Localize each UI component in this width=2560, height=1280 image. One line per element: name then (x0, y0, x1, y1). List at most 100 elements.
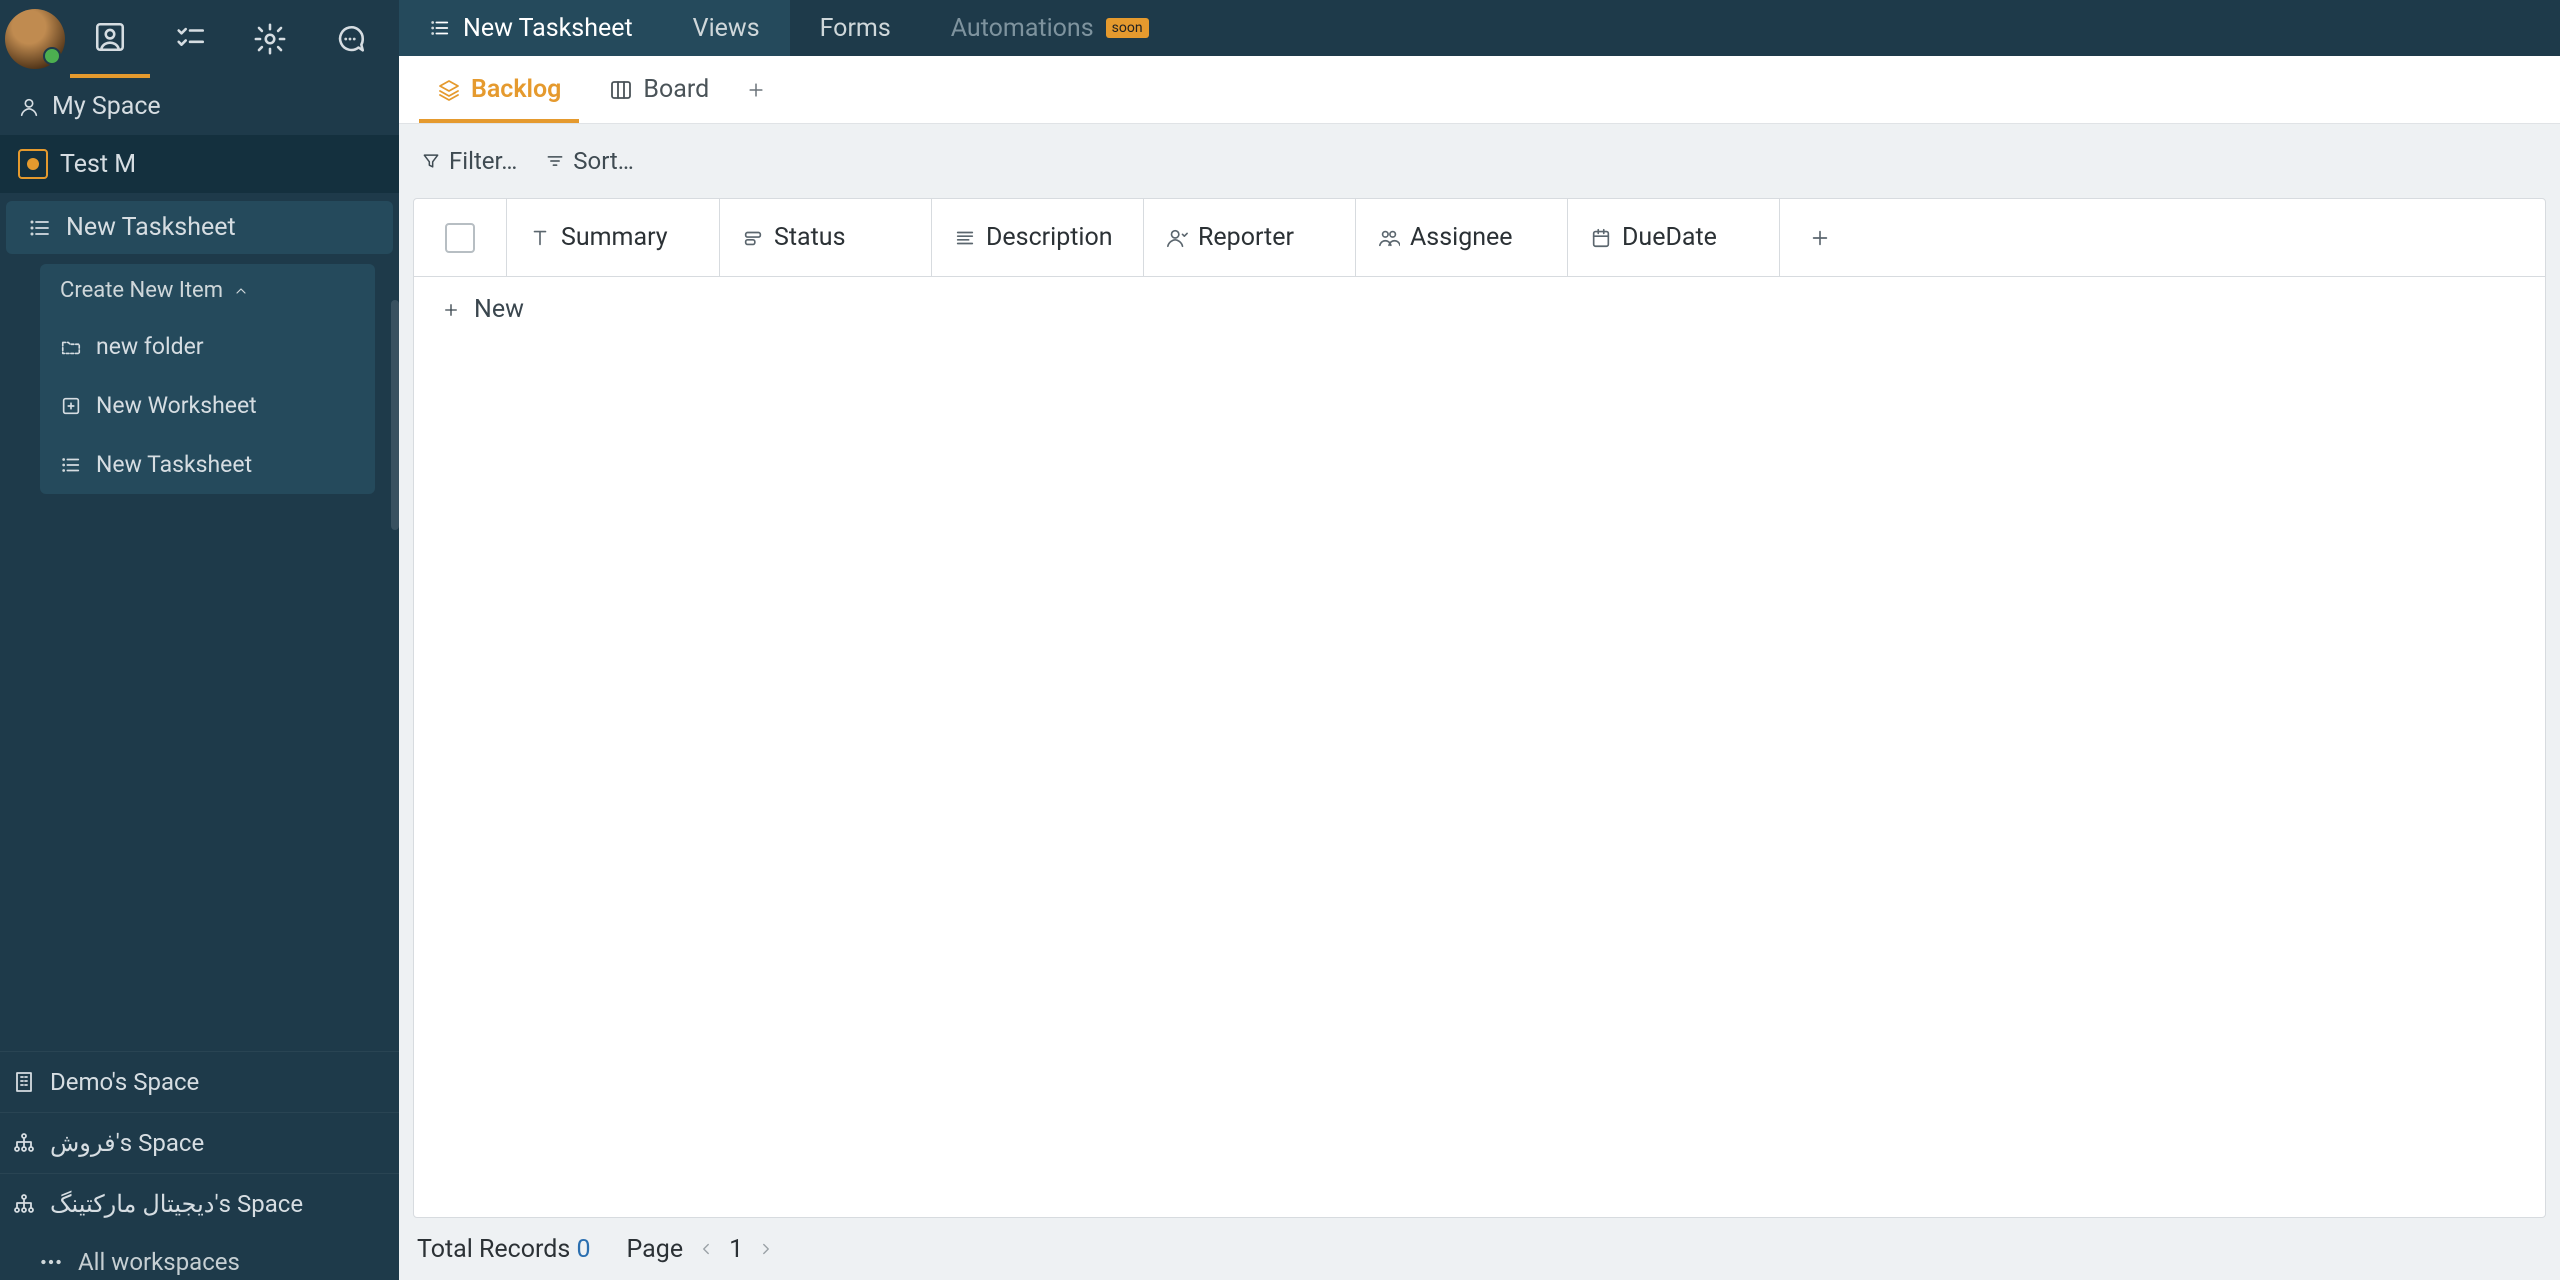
my-space-label: My Space (52, 92, 161, 121)
grid: Summary Status Description Reporter Assi… (413, 198, 2546, 1218)
grid-header-row: Summary Status Description Reporter Assi… (414, 199, 2545, 277)
reporter-icon (1166, 227, 1188, 249)
space-label: Demo's Space (50, 1068, 199, 1096)
list-icon (28, 216, 52, 240)
sidebar: My Space Test M New Tasksheet Create New… (0, 0, 399, 1280)
cp-item-label: New Tasksheet (96, 451, 252, 478)
gear-icon (253, 22, 287, 56)
all-workspaces-label: All workspaces (78, 1248, 240, 1276)
tree-item-label: New Tasksheet (66, 213, 236, 242)
sidebar-space-demo[interactable]: Demo's Space (0, 1051, 399, 1112)
column-description[interactable]: Description (931, 199, 1143, 276)
sidebar-my-space[interactable]: My Space (0, 78, 399, 135)
create-new-folder[interactable]: new folder (40, 317, 375, 376)
tab-forms[interactable]: Forms (790, 0, 921, 56)
sort-button[interactable]: Sort… (545, 147, 634, 175)
add-view-tab[interactable] (733, 80, 779, 100)
sidebar-space-sales[interactable]: فروش's Space (0, 1112, 399, 1173)
space-label: دیجیتال مارکتینگ's Space (50, 1190, 303, 1218)
col-label: Reporter (1198, 223, 1294, 252)
new-row-label: New (474, 295, 524, 324)
chevron-left-icon[interactable] (697, 1240, 715, 1258)
chevron-right-icon[interactable] (757, 1240, 775, 1258)
column-assignee[interactable]: Assignee (1355, 199, 1567, 276)
sort-label: Sort… (573, 147, 634, 175)
layers-icon (437, 78, 461, 102)
total-records-value: 0 (576, 1235, 590, 1264)
sidebar-item-new-tasksheet[interactable]: New Tasksheet (6, 201, 393, 254)
page-label: Page (627, 1235, 684, 1264)
view-tab-label: Board (643, 75, 709, 104)
add-new-row[interactable]: New (414, 277, 2545, 342)
text-icon (529, 227, 551, 249)
top-nav (0, 0, 399, 78)
page-number: 1 (729, 1235, 743, 1264)
main-tabs: New Tasksheet Views Forms Automations so… (399, 0, 2560, 56)
select-all-checkbox[interactable] (414, 223, 506, 253)
calendar-icon (1590, 227, 1612, 249)
column-status[interactable]: Status (719, 199, 931, 276)
col-label: Description (986, 223, 1113, 252)
tab-label: Views (693, 14, 760, 43)
current-user-label: Test M (60, 150, 136, 179)
column-summary[interactable]: Summary (506, 199, 719, 276)
view-tab-backlog[interactable]: Backlog (413, 56, 585, 123)
tab-new-tasksheet[interactable]: New Tasksheet (399, 0, 663, 56)
folder-add-icon (60, 336, 82, 358)
paragraph-icon (954, 227, 976, 249)
column-duedate[interactable]: DueDate (1567, 199, 1779, 276)
sidebar-scrollbar[interactable] (391, 300, 399, 530)
org-icon (12, 1131, 36, 1155)
view-tab-board[interactable]: Board (585, 56, 733, 123)
nav-chat[interactable] (310, 0, 390, 78)
sidebar-current-user-space[interactable]: Test M (0, 135, 399, 193)
user-icon (18, 96, 40, 118)
filter-label: Filter… (449, 147, 517, 175)
grid-body (414, 342, 2545, 1217)
add-column-button[interactable] (1779, 199, 1859, 276)
chevron-up-icon (233, 283, 249, 299)
chat-icon (333, 22, 367, 56)
grid-toolbar: Filter… Sort… (399, 124, 2560, 198)
main-area: New Tasksheet Views Forms Automations so… (399, 0, 2560, 1280)
checklist-icon (173, 22, 207, 56)
view-tab-label: Backlog (471, 75, 561, 104)
create-new-item-popup: Create New Item new folder New Worksheet… (40, 264, 375, 494)
tab-label: Forms (820, 14, 891, 43)
plus-icon (1809, 227, 1831, 249)
create-popup-header[interactable]: Create New Item (40, 264, 375, 317)
col-label: Status (774, 223, 845, 252)
sort-icon (545, 151, 565, 171)
profile-avatar[interactable] (0, 9, 70, 69)
org-icon (12, 1192, 36, 1216)
col-label: DueDate (1622, 223, 1717, 252)
tab-automations[interactable]: Automations soon (921, 0, 1179, 56)
cp-item-label: New Worksheet (96, 392, 257, 419)
soon-badge: soon (1106, 18, 1149, 38)
column-reporter[interactable]: Reporter (1143, 199, 1355, 276)
sidebar-all-workspaces[interactable]: All workspaces (0, 1234, 399, 1280)
total-records-label: Total Records (417, 1235, 570, 1264)
tab-label: Automations (951, 14, 1094, 43)
nav-tasks[interactable] (150, 0, 230, 78)
plus-icon (442, 301, 460, 319)
nav-settings[interactable] (230, 0, 310, 78)
col-label: Assignee (1410, 223, 1513, 252)
worksheet-add-icon (60, 395, 82, 417)
pagination: Total Records 0 Page 1 (399, 1218, 2560, 1280)
plus-icon (746, 80, 766, 100)
create-new-tasksheet[interactable]: New Tasksheet (40, 435, 375, 494)
sidebar-space-marketing[interactable]: دیجیتال مارکتینگ's Space (0, 1173, 399, 1234)
filter-button[interactable]: Filter… (421, 147, 517, 175)
building-icon (12, 1070, 36, 1094)
status-icon (742, 227, 764, 249)
create-new-worksheet[interactable]: New Worksheet (40, 376, 375, 435)
dots-icon (38, 1249, 64, 1275)
view-tabs: Backlog Board (399, 56, 2560, 124)
user-box-icon (93, 20, 127, 54)
board-icon (609, 78, 633, 102)
create-popup-title: Create New Item (60, 278, 223, 303)
tab-views[interactable]: Views (663, 0, 790, 56)
nav-spaces[interactable] (70, 0, 150, 78)
filter-icon (421, 151, 441, 171)
